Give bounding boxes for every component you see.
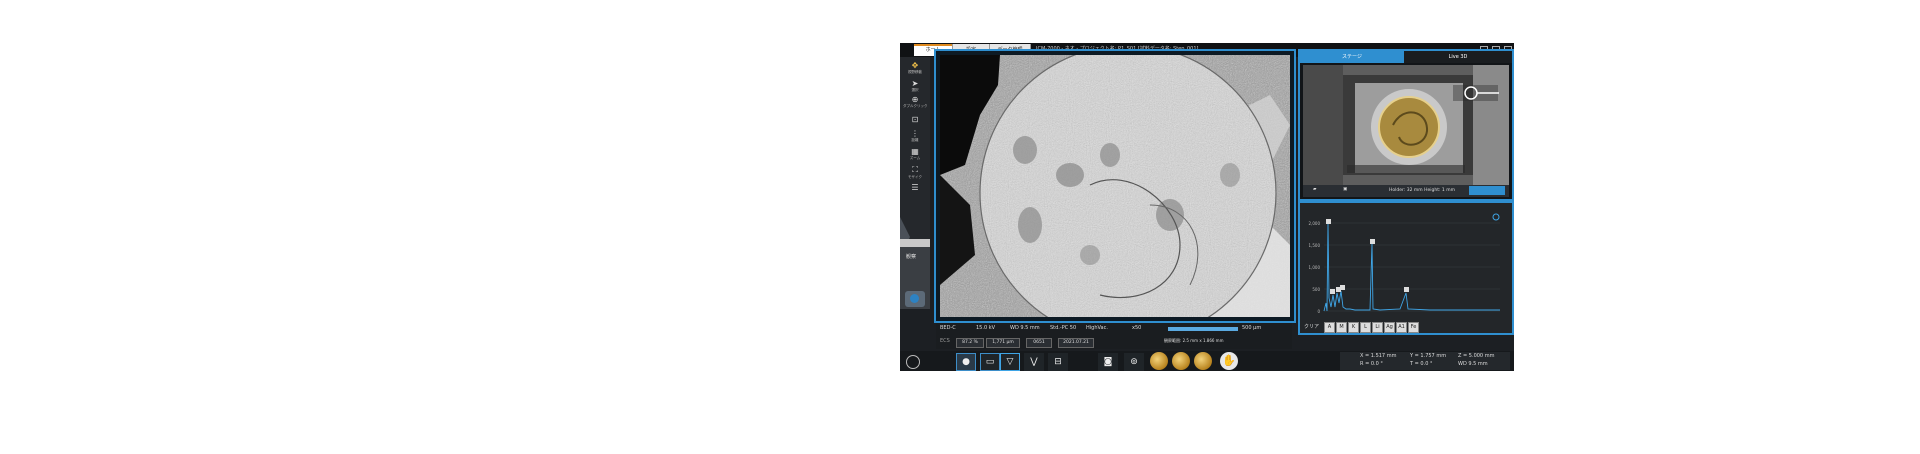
stage-photo — [1303, 65, 1509, 185]
folder-icon[interactable]: ▰ — [1313, 187, 1316, 192]
peak-label-o — [1330, 289, 1335, 294]
vacuum-label: HighVac. — [1086, 325, 1108, 331]
auto-icon: ⊚ — [1130, 357, 1138, 367]
tab-live-3d[interactable]: Live 3D — [1404, 51, 1512, 63]
tool-distance[interactable]: ⋮ 距離 — [903, 129, 927, 142]
mosaic-icon: ⛶ — [912, 165, 918, 174]
eds-spectrum-panel: 2,000 1,500 1,000 500 0 クリア A M K L Li A… — [1298, 201, 1514, 335]
date-value: 2021.07.21 — [1058, 338, 1094, 348]
peak-label-ca — [1404, 287, 1409, 292]
element-button[interactable]: Ag — [1384, 322, 1395, 333]
spot-label: Std.-PC 50 — [1050, 325, 1077, 331]
stage-nav-panel: ステージ Live 3D ▰ ▣ Holder: 32 mm Height: 1… — [1298, 49, 1514, 201]
scan-area-button[interactable]: ▭ — [980, 353, 1000, 371]
speed-button[interactable]: ⋁ — [1024, 353, 1044, 371]
coord-z: Z = 5.000 mm — [1458, 353, 1495, 359]
eds-spectrum-chart: 2,000 1,500 1,000 500 0 — [1300, 203, 1512, 321]
frame-button[interactable]: ⊟ — [1048, 353, 1068, 371]
sem-micrograph — [940, 55, 1290, 317]
frame-icon: ⊟ — [1054, 357, 1062, 367]
rectangle-icon: ▭ — [985, 357, 995, 367]
image-info-bar: ECS 87.2 % 1,771 μm 0651 2021.07.21 観察範囲… — [936, 337, 1292, 349]
y-tick-label: 2,000 — [1309, 221, 1321, 226]
element-button[interactable]: L — [1360, 322, 1371, 333]
chevron-down-icon: ▽ — [1006, 357, 1014, 367]
detector-button[interactable] — [905, 291, 925, 307]
sem-app-window: ホーム 設定 データ管理 JCM-7000 - ネオ - プロジェクト名: P1… — [900, 43, 1514, 371]
wd-label: WD 9.5 mm — [1010, 325, 1040, 331]
v-icon: ⋁ — [1030, 357, 1038, 367]
holder-info: Holder: 32 mm Height: 1 mm — [1389, 188, 1455, 193]
tool-zoom[interactable]: ▦ ズーム — [903, 147, 927, 160]
coord-x: X = 1.517 mm — [1360, 353, 1397, 359]
element-button[interactable]: M — [1336, 322, 1347, 333]
target-icon: ⊕ — [911, 95, 919, 104]
auto-button[interactable]: ⊚ — [1124, 353, 1144, 371]
side-panel-label: 観察 — [906, 254, 917, 260]
beam-info-bar: BED-C 15.0 kV WD 9.5 mm Std.-PC 50 HighV… — [936, 323, 1292, 337]
peak-label-si — [1370, 239, 1375, 244]
magnifier-icon: ▦ — [911, 147, 919, 156]
tool-mosaic[interactable]: ⛶ モザイク — [903, 165, 927, 179]
stage-camera-view[interactable] — [1303, 65, 1509, 185]
y-tick-label: 1,500 — [1309, 243, 1321, 248]
detector-label: BED-C — [940, 325, 956, 331]
tab-stage[interactable]: ステージ — [1300, 51, 1404, 63]
ruler-icon: ⋮ — [911, 129, 919, 138]
cursor-icon: ➤ — [911, 79, 919, 88]
detector-icon — [910, 294, 919, 303]
element-buttons: クリア A M K L Li Ag A1 Fe — [1300, 321, 1512, 333]
peak-label-mg — [1340, 285, 1345, 290]
side-strip — [900, 239, 930, 247]
scan-mode-button[interactable]: ▽ — [1000, 353, 1020, 371]
element-button[interactable]: Fe — [1408, 322, 1419, 333]
peak-label-c — [1326, 219, 1331, 224]
y-tick-label: 500 — [1312, 287, 1320, 292]
clear-label[interactable]: クリア — [1304, 323, 1319, 330]
kv-label: 15.0 kV — [976, 325, 996, 331]
image-icon[interactable]: ▣ — [1343, 187, 1347, 192]
side-panel-lower: 観察 — [900, 239, 930, 309]
fov-label: 観察範囲: 2.5 mm x 1.866 mm — [1164, 338, 1224, 343]
tool-select[interactable]: ➤ 選択 — [903, 79, 927, 92]
coord-wd: WD 9.5 mm — [1458, 361, 1488, 367]
zoom-icon: ⊡ — [911, 115, 919, 124]
brightness-knob[interactable] — [1194, 352, 1212, 370]
layers-icon: ☰ — [911, 183, 919, 192]
ratio-value: 87.2 % — [956, 338, 984, 348]
magnification-label: x50 — [1132, 325, 1142, 331]
coord-y: Y = 1.757 mm — [1410, 353, 1447, 359]
move-icon: ✥ — [911, 61, 919, 70]
tool-zoom-area[interactable]: ⊡ — [903, 115, 927, 124]
scale-bar — [1168, 327, 1238, 331]
ecs-label: ECS — [940, 338, 950, 344]
element-button[interactable]: A — [1324, 322, 1335, 333]
power-icon[interactable] — [906, 355, 920, 369]
hand-icon[interactable]: ✋ — [1220, 352, 1238, 370]
nav-action-button[interactable] — [1469, 186, 1505, 195]
circle-icon: ● — [962, 357, 970, 367]
contrast-knob[interactable] — [1150, 352, 1168, 370]
stage-nav-toolbar: ▰ ▣ Holder: 32 mm Height: 1 mm — [1303, 185, 1509, 197]
capture-button[interactable]: ◙ — [1098, 353, 1118, 371]
camera-icon: ◙ — [1103, 357, 1113, 367]
y-tick-label: 1,000 — [1309, 265, 1321, 270]
image-id: 0651 — [1026, 338, 1052, 348]
coord-t: T = 0.0 ° — [1410, 361, 1433, 367]
scan-start-button[interactable]: ● — [956, 353, 976, 371]
scale-label: 500 μm — [1242, 325, 1262, 331]
element-button[interactable]: K — [1348, 322, 1359, 333]
element-button[interactable]: Li — [1372, 322, 1383, 333]
coord-r: R = 0.0 ° — [1360, 361, 1383, 367]
tool-doubleclick[interactable]: ⊕ ダブルクリック — [903, 95, 928, 108]
stage-coordinates: X = 1.517 mm Y = 1.757 mm Z = 5.000 mm R… — [1340, 352, 1510, 370]
focus-knob[interactable] — [1172, 352, 1190, 370]
tool-layers[interactable]: ☰ — [903, 183, 927, 192]
field-value: 1,771 μm — [986, 338, 1020, 348]
bottom-toolbar: ● ▭ ▽ ⋁ ⊟ ◙ ⊚ ✋ X = 1.517 mm Y = 1.757 m… — [900, 351, 1514, 371]
sem-image-panel[interactable] — [934, 49, 1296, 323]
element-button[interactable]: A1 — [1396, 322, 1407, 333]
sem-image[interactable] — [940, 55, 1290, 317]
tool-move[interactable]: ✥ 視野移動 — [903, 61, 927, 74]
